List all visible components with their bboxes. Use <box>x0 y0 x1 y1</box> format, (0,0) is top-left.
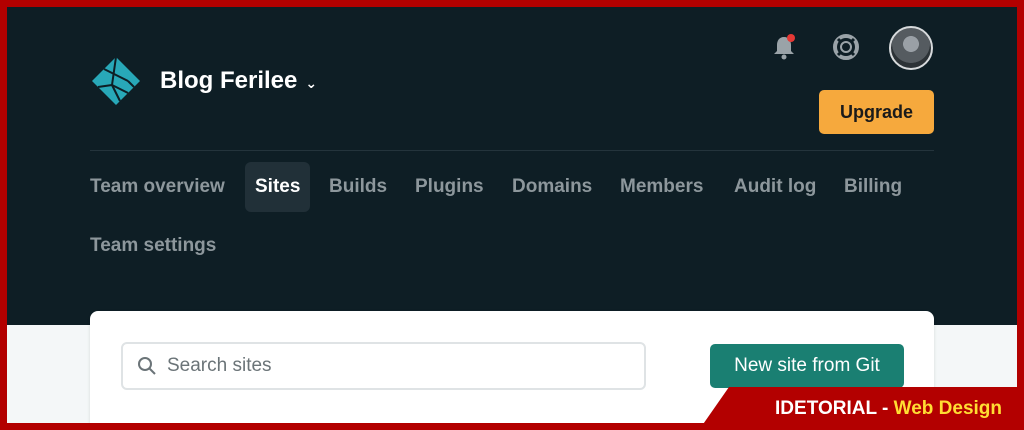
nav-billing[interactable]: Billing <box>844 162 902 212</box>
notification-dot <box>787 34 795 42</box>
app-window: Blog Ferilee ⌄ Upgrade Team overview Sit… <box>7 7 1017 423</box>
new-site-from-git-button[interactable]: New site from Git <box>710 344 904 388</box>
team-header: Blog Ferilee ⌄ Upgrade Team overview Sit… <box>7 7 1017 325</box>
user-avatar[interactable] <box>889 26 933 70</box>
nav-builds[interactable]: Builds <box>329 162 387 212</box>
help-lifebuoy-icon[interactable] <box>832 33 860 61</box>
upgrade-button[interactable]: Upgrade <box>819 90 934 134</box>
chevron-down-icon: ⌄ <box>305 74 318 91</box>
nav-team-settings[interactable]: Team settings <box>90 221 216 271</box>
netlify-logo[interactable] <box>90 55 142 107</box>
watermark-topic: Web Design <box>893 397 1002 419</box>
search-icon <box>138 357 156 375</box>
search-sites-input[interactable] <box>167 355 607 377</box>
nav-plugins[interactable]: Plugins <box>415 162 484 212</box>
watermark-banner: IDETORIAL - Web Design <box>699 387 1024 430</box>
team-switcher[interactable]: Blog Ferilee ⌄ <box>160 67 317 95</box>
header-divider <box>90 150 934 151</box>
nav-team-overview[interactable]: Team overview <box>90 162 225 212</box>
notifications-bell-icon[interactable] <box>771 33 797 61</box>
nav-audit-log[interactable]: Audit log <box>734 162 816 212</box>
nav-members[interactable]: Members <box>620 162 703 212</box>
nav-domains[interactable]: Domains <box>512 162 592 212</box>
team-name: Blog Ferilee <box>160 67 298 94</box>
search-box[interactable] <box>121 342 646 390</box>
watermark-brand: IDETORIAL - <box>775 397 894 419</box>
nav-sites[interactable]: Sites <box>245 162 311 212</box>
